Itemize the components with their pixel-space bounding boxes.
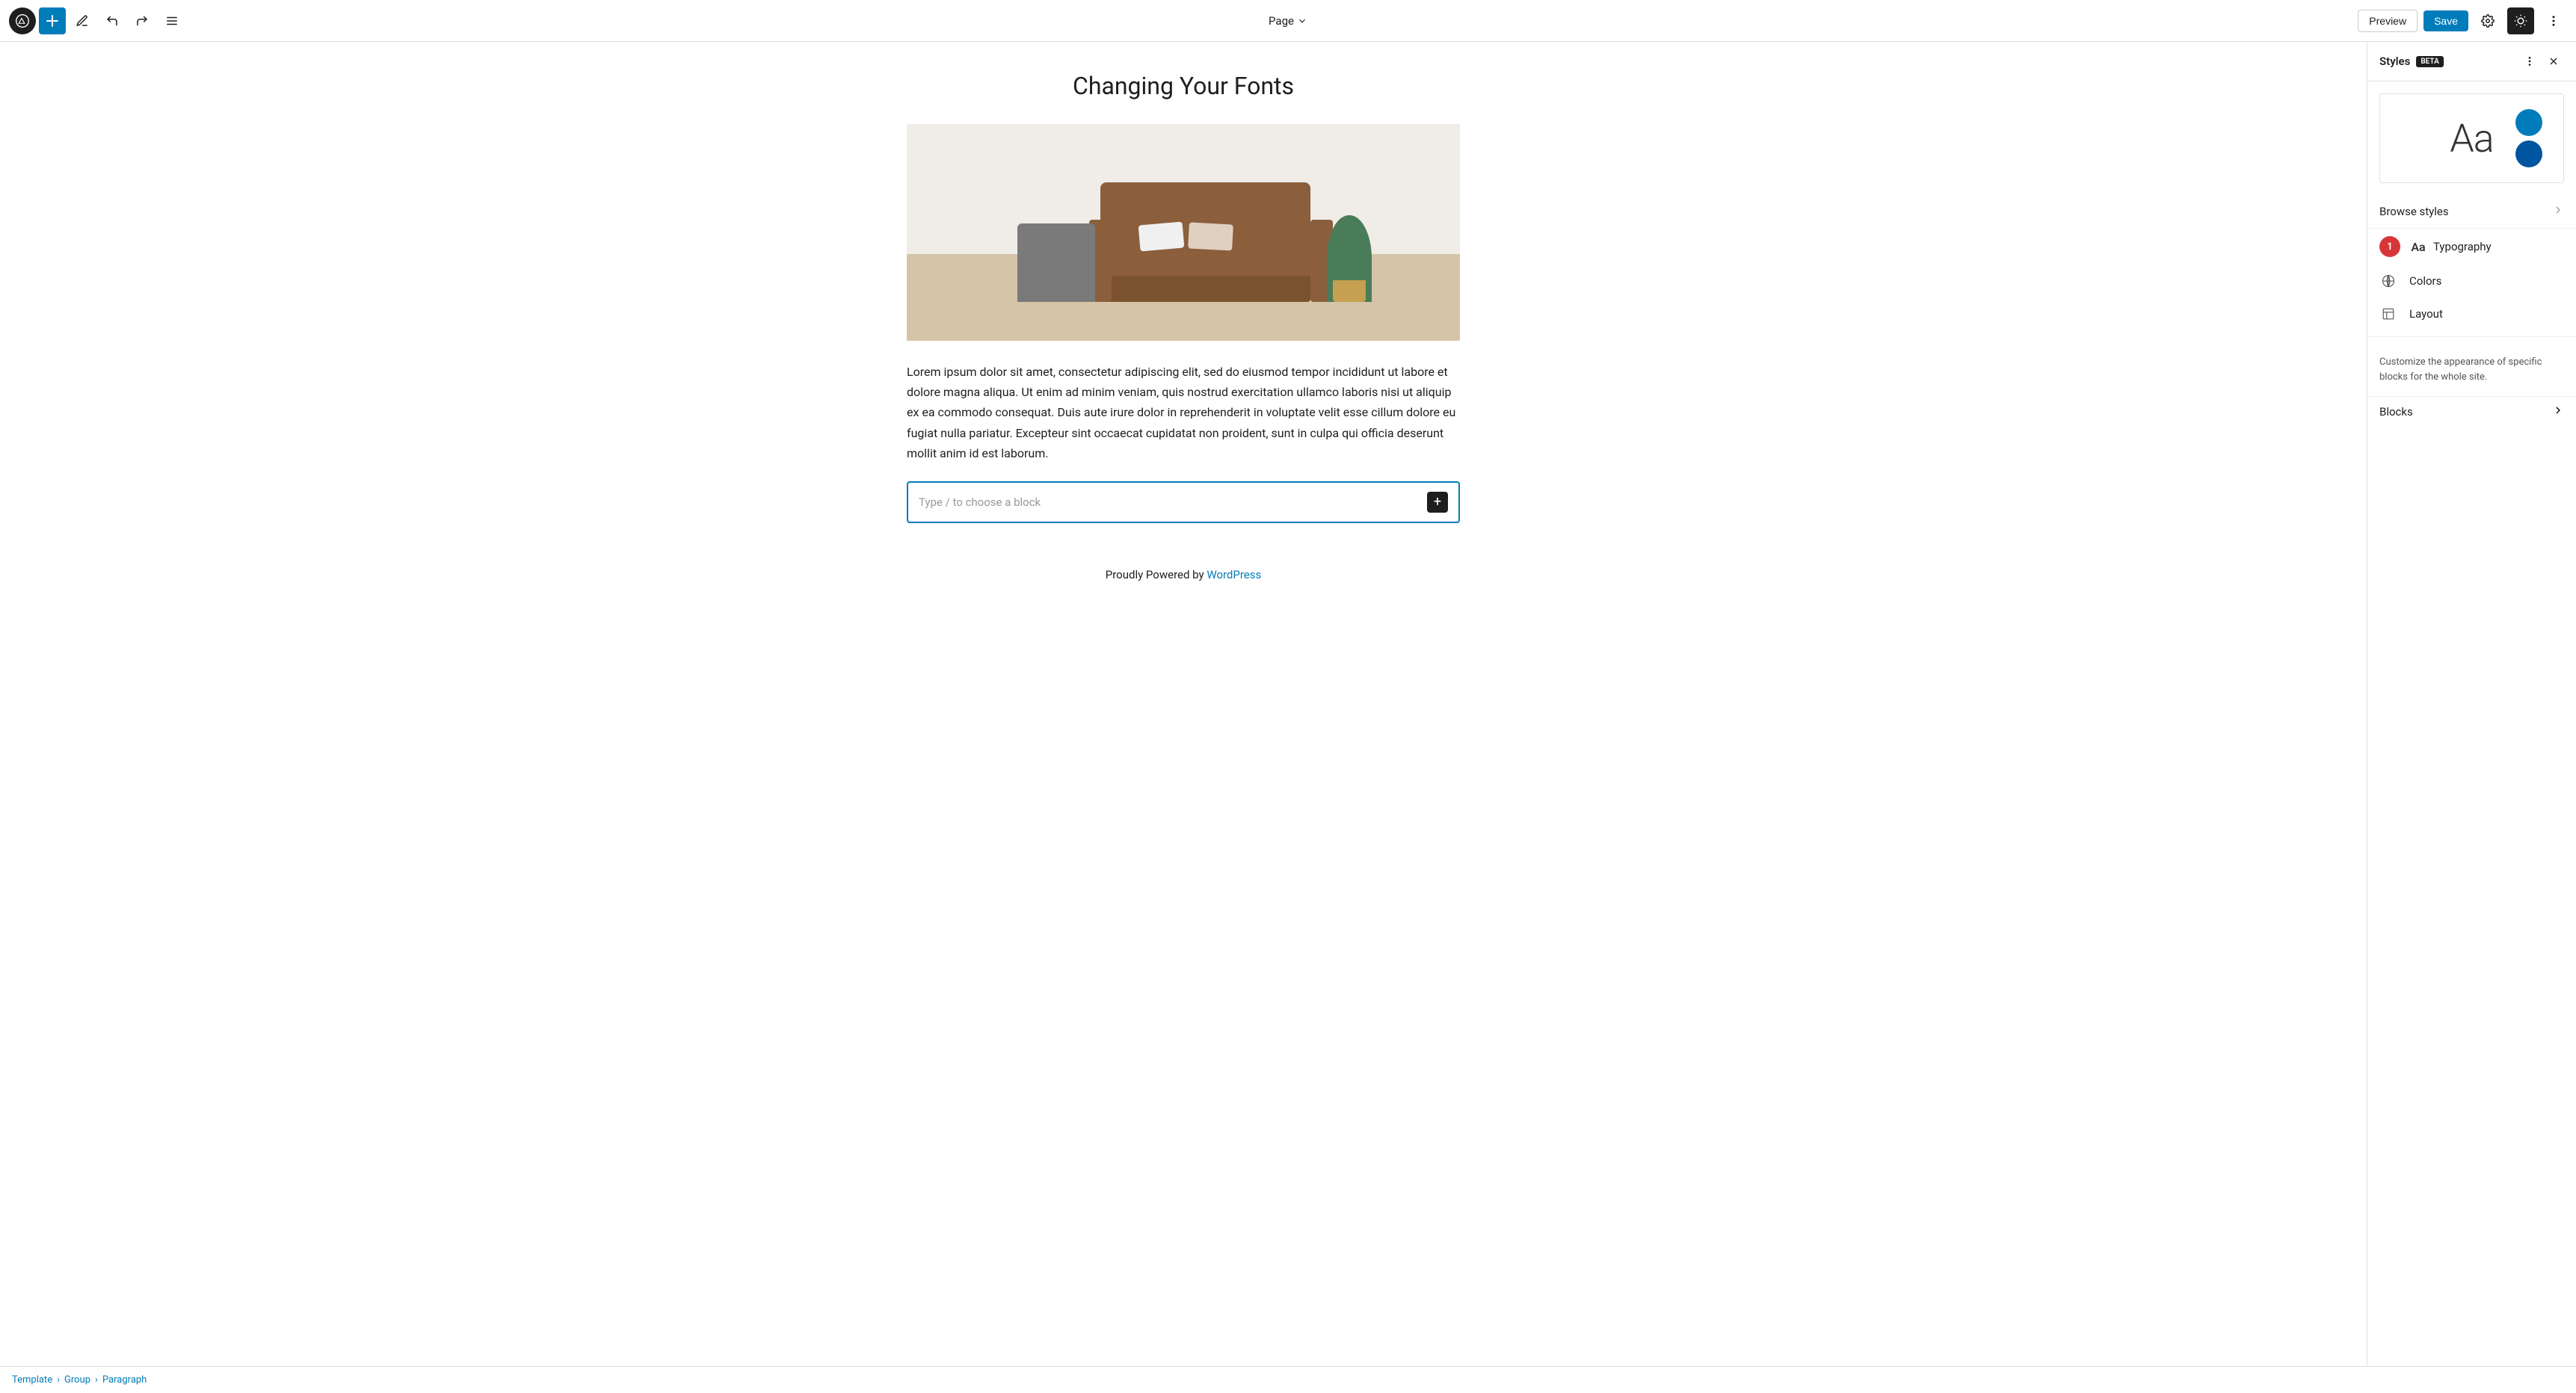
- panel-divider: [2367, 336, 2576, 337]
- preview-button[interactable]: Preview: [2358, 10, 2418, 32]
- settings-button[interactable]: [2474, 7, 2501, 34]
- breadcrumb-sep-1: ›: [57, 1374, 60, 1386]
- undo-button[interactable]: [99, 7, 126, 34]
- layout-label: Layout: [2409, 307, 2564, 321]
- breadcrumb-paragraph[interactable]: Paragraph: [102, 1374, 147, 1386]
- page-selector[interactable]: Page: [1260, 9, 1316, 33]
- colors-label: Colors: [2409, 274, 2564, 288]
- sofa-seat: [1100, 276, 1310, 302]
- footer-link[interactable]: WordPress: [1207, 568, 1261, 581]
- theme-toggle-button[interactable]: [2507, 7, 2534, 34]
- toolbar-right: Preview Save: [2358, 7, 2567, 34]
- block-inserter-placeholder: Type / to choose a block: [919, 495, 1041, 509]
- breadcrumb-sep-2: ›: [95, 1374, 98, 1386]
- panel-title: Styles: [2379, 55, 2410, 68]
- panel-more-button[interactable]: [2519, 51, 2540, 72]
- plant-pot: [1333, 280, 1366, 302]
- browse-styles-chevron-icon: [2552, 204, 2564, 219]
- wp-logo[interactable]: [9, 7, 36, 34]
- typography-icon: Aa: [2409, 240, 2427, 254]
- colors-icon: [2379, 272, 2397, 290]
- breadcrumb-template[interactable]: Template: [12, 1374, 52, 1386]
- page-label: Page: [1269, 14, 1294, 28]
- style-preview: Aa: [2379, 93, 2564, 183]
- pillow2: [1189, 223, 1234, 251]
- tools-button[interactable]: [69, 7, 96, 34]
- post-body[interactable]: Lorem ipsum dolor sit amet, consectetur …: [907, 362, 1460, 463]
- redo-button[interactable]: [129, 7, 155, 34]
- preview-color-dot1: [2515, 109, 2542, 136]
- panel-header: Styles Beta: [2367, 42, 2576, 81]
- beta-badge: Beta: [2416, 56, 2443, 67]
- editor-content: Changing Your Fonts Lorem ipsum dolor s: [907, 72, 1460, 596]
- post-title[interactable]: Changing Your Fonts: [907, 72, 1460, 100]
- toolbar-left: [9, 7, 185, 34]
- more-options-button[interactable]: [2540, 7, 2567, 34]
- list-view-button[interactable]: [158, 7, 185, 34]
- featured-image: [907, 124, 1460, 341]
- breadcrumb-group[interactable]: Group: [64, 1374, 90, 1386]
- site-footer: Proudly Powered by WordPress: [907, 568, 1460, 596]
- typography-row[interactable]: 1 Aa Typography: [2367, 229, 2576, 265]
- customize-text: Customize the appearance of specific blo…: [2367, 343, 2576, 396]
- save-button[interactable]: Save: [2424, 10, 2468, 31]
- preview-typography-text: Aa: [2450, 116, 2493, 161]
- pillow1: [1138, 222, 1184, 252]
- editor-area: Changing Your Fonts Lorem ipsum dolor s: [0, 42, 2367, 1366]
- breadcrumb-bar: Template › Group › Paragraph: [0, 1366, 2576, 1393]
- layout-row[interactable]: Layout: [2367, 297, 2576, 330]
- browse-styles-label: Browse styles: [2379, 205, 2552, 218]
- panel-header-actions: [2519, 51, 2564, 72]
- panel-close-button[interactable]: [2543, 51, 2564, 72]
- footer-text: Proudly Powered by: [1106, 568, 1207, 581]
- toolbar: Page Preview Save: [0, 0, 2576, 42]
- main-layout: Changing Your Fonts Lorem ipsum dolor s: [0, 42, 2576, 1366]
- room-scene: [907, 124, 1460, 341]
- colors-row[interactable]: Colors: [2367, 265, 2576, 297]
- toolbar-center: Page: [1260, 9, 1316, 33]
- styles-panel: Styles Beta Aa Browse styles: [2367, 42, 2576, 1366]
- blocks-row[interactable]: Blocks: [2367, 396, 2576, 427]
- chair-gray: [1017, 223, 1095, 301]
- typography-label: Typography: [2433, 240, 2564, 253]
- inserter-plus-icon[interactable]: +: [1427, 492, 1448, 513]
- browse-styles-row[interactable]: Browse styles: [2367, 195, 2576, 229]
- block-inserter[interactable]: Type / to choose a block +: [907, 481, 1460, 523]
- add-block-button[interactable]: [39, 7, 66, 34]
- layout-icon: [2379, 305, 2397, 323]
- blocks-label: Blocks: [2379, 405, 2552, 418]
- preview-color-dot2: [2515, 140, 2542, 167]
- typography-badge: 1: [2379, 236, 2400, 257]
- blocks-chevron-icon: [2552, 404, 2564, 419]
